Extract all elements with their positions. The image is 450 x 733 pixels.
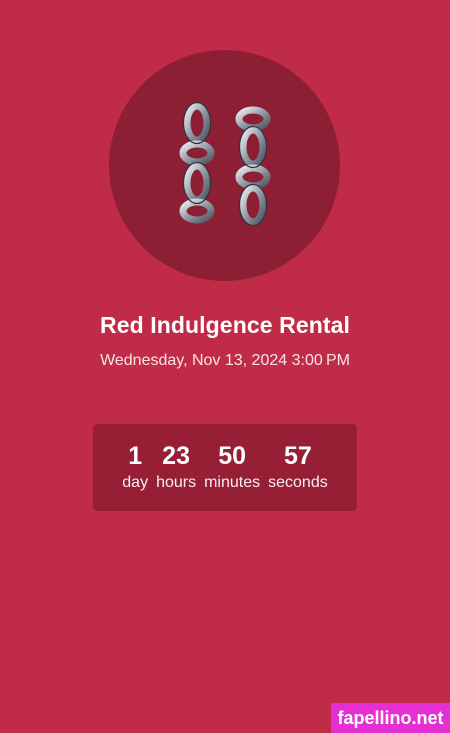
countdown-minutes-label: minutes: [204, 473, 261, 491]
watermark-badge: fapellino.net: [331, 703, 450, 733]
event-datetime: Wednesday, Nov 13, 2024 3:00 PM: [100, 352, 350, 369]
countdown-minutes: 50 minutes: [204, 441, 260, 495]
chains-icon: [179, 101, 270, 226]
countdown-days-label: day: [122, 473, 149, 491]
event-title: Red Indulgence Rental: [99, 312, 351, 338]
countdown-timer: 1 day 23 hours 50 minutes 57 seconds: [93, 424, 357, 511]
countdown-seconds-value: 57: [284, 441, 312, 470]
countdown-hours-label: hours: [156, 473, 197, 491]
countdown-hours-value: 23: [162, 441, 190, 470]
countdown-seconds: 57 seconds: [268, 441, 328, 495]
countdown-days: 1 day: [122, 441, 148, 495]
countdown-minutes-value: 50: [218, 441, 247, 470]
countdown-seconds-label: seconds: [268, 473, 328, 491]
event-emoji-circle: [109, 50, 340, 281]
countdown-days-value: 1: [128, 441, 143, 470]
countdown-hours: 23 hours: [156, 441, 196, 495]
